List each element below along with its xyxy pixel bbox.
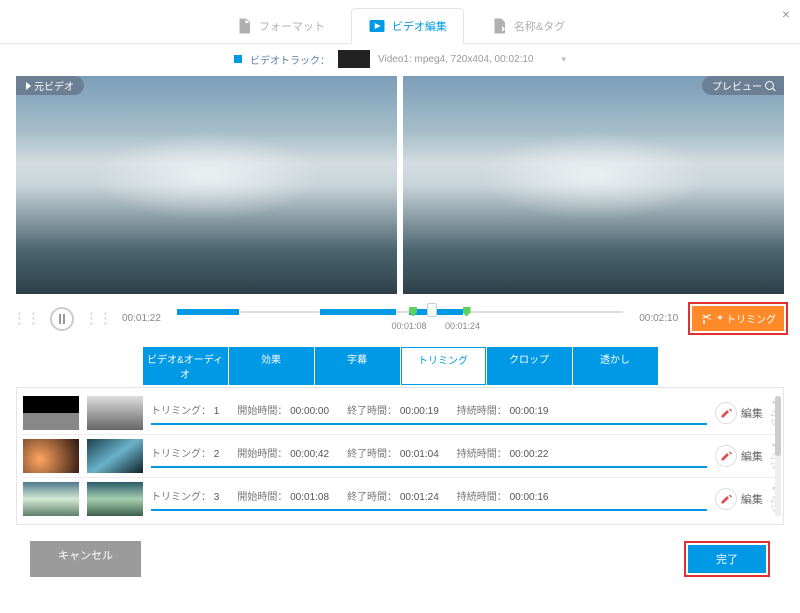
row-thumb-b (87, 439, 143, 473)
row-thumb-b (87, 482, 143, 516)
total-time: 00:02:10 (639, 313, 678, 324)
tag-icon (490, 17, 508, 35)
preview-video-frame (403, 76, 784, 294)
row-thumb-a (23, 439, 79, 473)
track-info: Video1: mpeg4, 720x404, 00:02:10 (378, 54, 534, 65)
subtab-effect[interactable]: 効果 (229, 347, 314, 385)
row-info: トリミング： 3開始時間： 00:01:08終了時間： 00:01:24持続時間… (151, 488, 707, 511)
top-nav: フォーマット ビデオ編集 名称&タグ (0, 0, 800, 44)
preview-badge: プレビュー (702, 76, 784, 95)
highlight-trim: +トリミング (688, 302, 788, 335)
pencil-icon (715, 402, 737, 424)
format-icon (235, 17, 253, 35)
cancel-button[interactable]: キャンセル (30, 541, 141, 577)
trim-row: トリミング： 3開始時間： 00:01:08終了時間： 00:01:24持続時間… (23, 477, 777, 520)
pause-button[interactable] (50, 307, 74, 331)
current-time: 00:01:22 (122, 313, 161, 324)
tab-name-tag[interactable]: 名称&タグ (474, 9, 581, 43)
row-thumb-b (87, 396, 143, 430)
footer: キャンセル 完了 (0, 533, 800, 585)
track-thumbnail (338, 50, 370, 68)
pencil-icon (715, 488, 737, 510)
video-track-bar: ビデオトラック： Video1: mpeg4, 720x404, 00:02:1… (0, 44, 800, 74)
subtab-video-audio[interactable]: ビデオ&オーディオ (143, 347, 228, 385)
subtab-trimming[interactable]: トリミング (401, 347, 486, 385)
grip-icon: ⋮⋮ (12, 314, 40, 324)
subtab-subtitle[interactable]: 字幕 (315, 347, 400, 385)
done-button[interactable]: 完了 (688, 545, 766, 573)
player-controls: ⋮⋮ ⋮⋮ 00:01:22 00:01:08 00:01:24 00:02:1… (0, 296, 800, 341)
row-thumb-a (23, 396, 79, 430)
track-label: ビデオトラック： (250, 52, 330, 67)
trim-row: トリミング： 1開始時間： 00:00:00終了時間： 00:00:19持続時間… (23, 392, 777, 434)
sub-tabs: ビデオ&オーディオ 効果 字幕 トリミング クロップ 透かし (0, 347, 800, 385)
grip-icon: ⋮⋮ (84, 314, 112, 324)
add-trim-button[interactable]: +トリミング (692, 306, 784, 331)
subtab-watermark[interactable]: 透かし (573, 347, 658, 385)
track-dropdown-icon[interactable]: ▾ (541, 54, 566, 65)
tab-format[interactable]: フォーマット (219, 9, 341, 43)
tab-name-tag-label: 名称&タグ (514, 18, 565, 34)
edit-button[interactable]: 編集 (715, 445, 763, 467)
pencil-icon (715, 445, 737, 467)
row-thumb-a (23, 482, 79, 516)
trim-row: トリミング： 2開始時間： 00:00:42終了時間： 00:01:04持続時間… (23, 434, 777, 477)
tab-video-edit-label: ビデオ編集 (392, 18, 447, 34)
row-info: トリミング： 1開始時間： 00:00:00終了時間： 00:00:19持続時間… (151, 402, 707, 425)
source-badge: 元ビデオ (16, 76, 84, 95)
track-indicator-icon (234, 55, 242, 63)
marker-start-label: 00:01:08 (391, 321, 426, 331)
marker-start[interactable] (409, 307, 417, 317)
source-video-frame (16, 76, 397, 294)
tab-format-label: フォーマット (259, 18, 325, 34)
trim-list: トリミング： 1開始時間： 00:00:00終了時間： 00:00:19持続時間… (16, 387, 784, 525)
preview-area: 元ビデオ プレビュー (0, 74, 800, 296)
video-edit-icon (368, 17, 386, 35)
scrollbar[interactable] (775, 396, 781, 516)
play-glyph-icon (26, 82, 31, 90)
edit-button[interactable]: 編集 (715, 488, 763, 510)
edit-button[interactable]: 編集 (715, 402, 763, 424)
subtab-crop[interactable]: クロップ (487, 347, 572, 385)
timeline[interactable]: 00:01:08 00:01:24 (177, 307, 623, 331)
tab-video-edit[interactable]: ビデオ編集 (351, 8, 464, 44)
marker-end[interactable] (463, 307, 471, 317)
scissors-icon (700, 313, 714, 325)
close-icon[interactable]: × (782, 6, 790, 22)
magnify-icon[interactable] (765, 81, 774, 90)
highlight-done: 完了 (684, 541, 770, 577)
row-info: トリミング： 2開始時間： 00:00:42終了時間： 00:01:04持続時間… (151, 445, 707, 468)
marker-end-label: 00:01:24 (445, 321, 480, 331)
